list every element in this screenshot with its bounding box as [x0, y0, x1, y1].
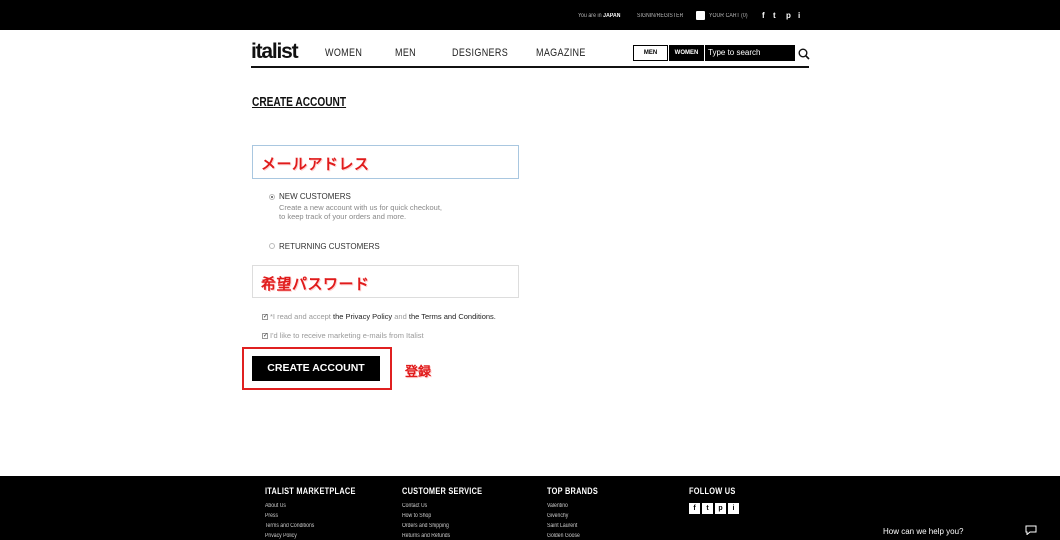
location-value: JAPAN — [603, 13, 621, 19]
footer-brands-title: TOP BRANDS — [547, 486, 598, 496]
footer-link-givenchy[interactable]: Givenchy — [547, 513, 568, 519]
terms-checkbox[interactable]: ✓ — [262, 314, 268, 320]
footer-twitter-icon[interactable]: t — [702, 503, 713, 514]
footer-link-returns[interactable]: Returns and Refunds — [402, 533, 450, 539]
footer-facebook-icon[interactable]: f — [689, 503, 700, 514]
italist-logo[interactable]: italist — [251, 40, 299, 64]
returning-customers-label: RETURNING CUSTOMERS — [279, 242, 380, 251]
new-customers-label: NEW CUSTOMERS — [279, 192, 351, 201]
help-chat-label[interactable]: How can we help you? — [883, 527, 964, 536]
footer-link-valentino[interactable]: Valentino — [547, 503, 568, 509]
signin-register-link[interactable]: SIGNIN/REGISTER — [637, 13, 683, 19]
footer-link-saint-laurent[interactable]: Saint Laurent — [547, 523, 577, 529]
facebook-icon[interactable]: f — [762, 11, 765, 20]
gender-women-button[interactable]: WOMEN — [669, 45, 704, 61]
footer-instagram-icon[interactable]: i — [728, 503, 739, 514]
footer-link-about[interactable]: About Us — [265, 503, 286, 509]
gender-men-button[interactable]: MEN — [633, 45, 668, 61]
footer-link-golden-goose[interactable]: Golden Goose — [547, 533, 580, 539]
chat-icon[interactable] — [1025, 525, 1037, 535]
returning-customers-radio[interactable] — [269, 243, 275, 249]
register-annotation: 登録 — [405, 365, 432, 380]
search-icon[interactable] — [798, 48, 810, 60]
header-divider — [251, 66, 809, 68]
footer-link-terms[interactable]: Terms and Conditions — [265, 523, 314, 529]
cart-icon[interactable] — [696, 11, 705, 20]
email-field[interactable]: メールアドレス — [252, 145, 519, 179]
page-title: CREATE ACCOUNT — [252, 94, 347, 109]
privacy-policy-link[interactable]: the Privacy Policy — [333, 312, 392, 321]
create-account-button[interactable]: CREATE ACCOUNT — [252, 356, 380, 381]
footer-link-press[interactable]: Press — [265, 513, 278, 519]
footer-link-how-to-shop[interactable]: How to Shop — [402, 513, 431, 519]
top-bar: You are in JAPAN SIGNIN/REGISTER YOUR CA… — [0, 0, 1060, 30]
footer-pinterest-icon[interactable]: p — [715, 503, 726, 514]
footer-service-title: CUSTOMER SERVICE — [402, 486, 483, 496]
footer-marketplace-title: ITALIST MARKETPLACE — [265, 486, 356, 496]
new-customers-desc-2: to keep track of your orders and more. — [279, 212, 407, 221]
nav-magazine[interactable]: MAGAZINE — [536, 47, 586, 59]
footer: ITALIST MARKETPLACE About Us Press Terms… — [0, 476, 1060, 540]
pinterest-icon[interactable]: p — [786, 11, 791, 20]
footer-link-privacy[interactable]: Privacy Policy — [265, 533, 297, 539]
terms-label: *I read and accept the Privacy Policy an… — [270, 312, 496, 321]
cart-link[interactable]: YOUR CART (0) — [709, 13, 748, 19]
password-annotation: 希望パスワード — [261, 275, 370, 293]
new-customers-desc-1: Create a new account with us for quick c… — [279, 203, 443, 212]
instagram-icon[interactable]: i — [798, 11, 800, 20]
terms-conditions-link[interactable]: the Terms and Conditions. — [409, 312, 496, 321]
nav-men[interactable]: MEN — [395, 47, 416, 59]
nav-women[interactable]: WOMEN — [325, 47, 362, 59]
marketing-checkbox[interactable]: ✓ — [262, 333, 268, 339]
location-indicator[interactable]: You are in JAPAN — [578, 13, 621, 19]
new-customers-radio[interactable] — [269, 194, 275, 200]
password-field[interactable]: 希望パスワード — [252, 265, 519, 298]
marketing-label: I'd like to receive marketing e-mails fr… — [270, 331, 424, 340]
nav-designers[interactable]: DESIGNERS — [452, 47, 508, 59]
email-annotation: メールアドレス — [261, 155, 370, 173]
search-input[interactable]: Type to search — [705, 45, 795, 61]
footer-link-orders[interactable]: Orders and Shipping — [402, 523, 449, 529]
footer-follow-title: FOLLOW US — [689, 486, 736, 496]
twitter-icon[interactable]: t — [773, 11, 776, 20]
footer-link-contact[interactable]: Contact Us — [402, 503, 427, 509]
